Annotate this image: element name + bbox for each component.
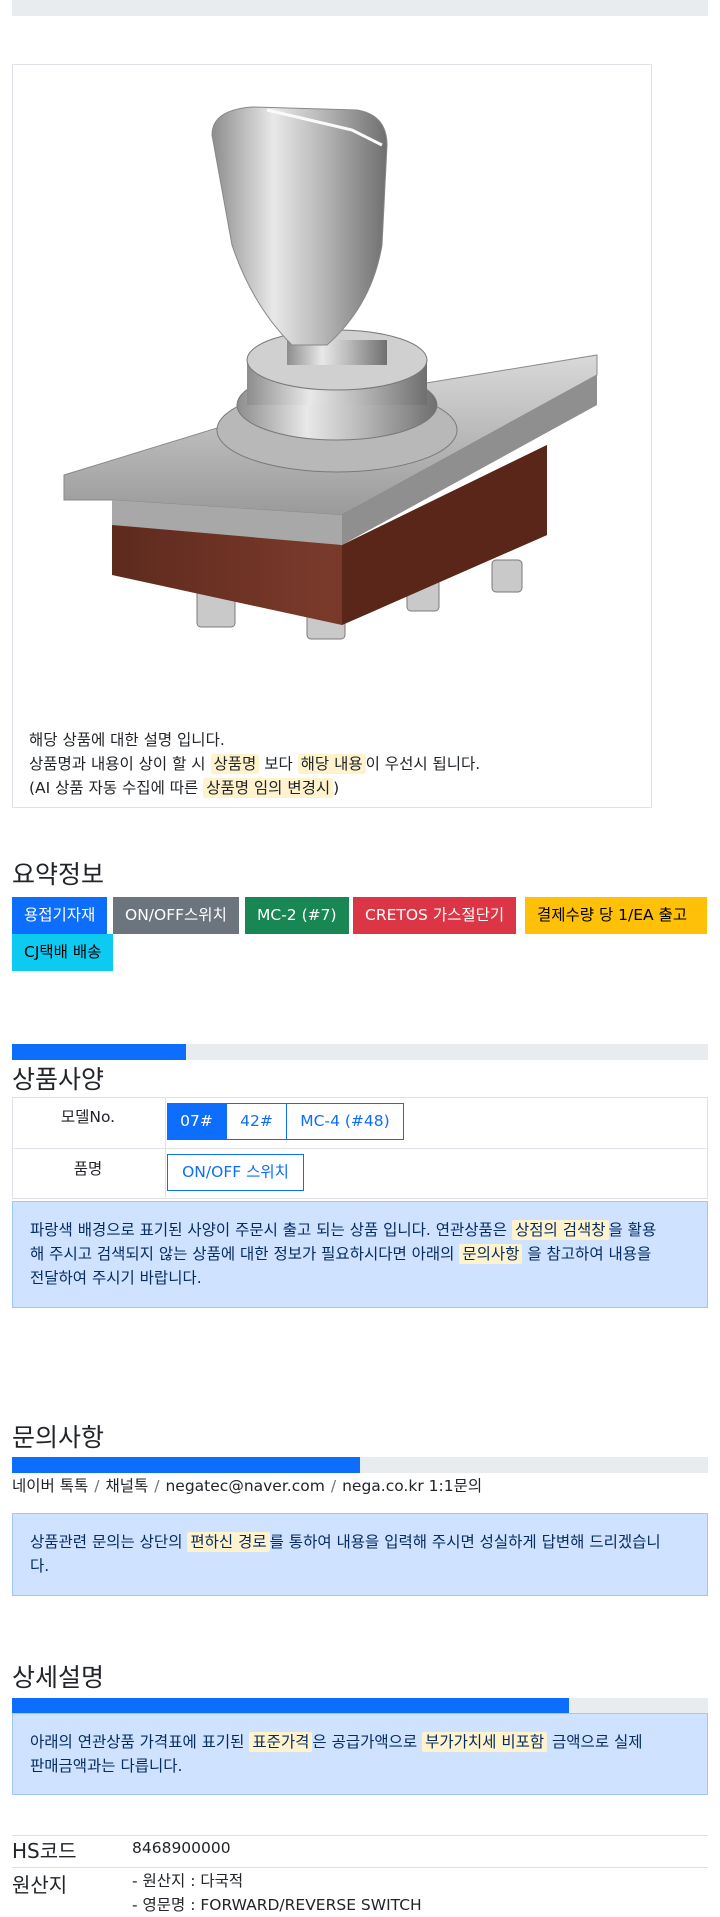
inquiry-links: 네이버 톡톡 / 채널톡 / negatec@naver.com / nega.co.kr … [12, 1474, 482, 1496]
desc-text: (AI 상품 자동 수집에 따른 [29, 779, 204, 797]
hs-code-label: HS코드 [12, 1839, 77, 1863]
product-image [63, 106, 598, 640]
badge-shipping-qty[interactable]: 결제수량 당 1/EA 출고 [525, 897, 707, 934]
desc-text: 이 우선시 됩니다. [365, 755, 481, 773]
image-desc-line2: 상품명과 내용이 상이 할 시 상품명 보다 해당 내용 이 우선시 됩니다. [29, 752, 480, 776]
summary-title: 요약정보 [12, 860, 105, 889]
link-site-inquiry[interactable]: nega.co.kr 1:1문의 [342, 1477, 482, 1495]
info-divider-top [12, 1835, 708, 1836]
info-divider [12, 1867, 708, 1868]
option-mc4[interactable]: MC-4 (#48) [286, 1103, 404, 1140]
badge-model[interactable]: MC-2 (#7) [245, 897, 349, 934]
highlight-inquiry: 문의사항 [459, 1244, 523, 1264]
image-desc-line1: 해당 상품에 대한 설명 입니다. [29, 731, 225, 749]
notice-text: 금액으로 실제 [547, 1733, 643, 1751]
origin-country: - 원산지 : 다국적 [132, 1872, 244, 1890]
notice-text: 을 활용 [608, 1221, 657, 1239]
spec-notice-line2: 해 주시고 검색되지 않는 상품에 대한 정보가 필요하시다면 아래의 문의사항… [30, 1242, 651, 1266]
name-label: 품명 [73, 1160, 103, 1178]
model-label: 모델No. [60, 1108, 116, 1126]
option-42[interactable]: 42# [226, 1103, 287, 1140]
detail-progress-bar [12, 1698, 708, 1714]
detail-notice-line2: 판매금액과는 다릅니다. [30, 1757, 183, 1775]
name-option[interactable]: ON/OFF 스위치 [167, 1154, 304, 1191]
origin-english-name: - 영문명 : FORWARD/REVERSE SWITCH [132, 1896, 422, 1914]
detail-notice-line1: 아래의 연관상품 가격표에 표기된 표준가격 은 공급가액으로 부가가치세 비포함… [30, 1730, 643, 1754]
highlight-name-change: 상품명 임의 변경시 [203, 778, 334, 798]
separator: / [330, 1477, 337, 1495]
highlight-standard-price: 표준가격 [249, 1732, 313, 1752]
badge-switch-type[interactable]: ON/OFF스위치 [113, 897, 239, 934]
image-desc-line3: (AI 상품 자동 수집에 따른 상품명 임의 변경시) [29, 776, 339, 800]
inquiry-progress-fill [12, 1457, 360, 1473]
spec-progress-fill [12, 1044, 186, 1060]
notice-text: 아래의 연관상품 가격표에 표기된 [30, 1733, 250, 1751]
link-channel-talk[interactable]: 채널톡 [105, 1477, 148, 1495]
link-email[interactable]: negatec@naver.com [165, 1477, 324, 1495]
notice-text: 파랑색 배경으로 표기된 사양이 주문시 출고 되는 상품 입니다. 연관상품은 [30, 1221, 512, 1239]
inquiry-notice: 상품관련 문의는 상단의 편하신 경로 를 통하여 내용을 입력해 주시면 성실하… [12, 1513, 708, 1596]
separator: / [154, 1477, 160, 1495]
inquiry-notice-line2: 다. [30, 1557, 50, 1575]
highlight-content: 해당 내용 [297, 754, 366, 774]
link-naver-talk[interactable]: 네이버 톡톡 [12, 1477, 88, 1495]
spec-notice-line3: 전달하여 주시기 바랍니다. [30, 1269, 202, 1287]
notice-text: 를 통하여 내용을 입력해 주시면 성실하게 답변해 드리겠습니 [269, 1533, 661, 1551]
spec-col-divider [165, 1097, 166, 1199]
detail-notice: 아래의 연관상품 가격표에 표기된 표준가격 은 공급가액으로 부가가치세 비포함… [12, 1713, 708, 1795]
notice-text: 을 참고하여 내용을 [522, 1245, 652, 1263]
separator: / [94, 1477, 100, 1495]
hs-code-value: 8468900000 [132, 1839, 231, 1857]
inquiry-title: 문의사항 [12, 1423, 105, 1452]
origin-label: 원산지 [12, 1873, 68, 1897]
highlight-search: 상점의 검색창 [512, 1220, 609, 1240]
spec-progress-bar [12, 1044, 708, 1060]
desc-text: 상품명과 내용이 상이 할 시 [29, 755, 211, 773]
inquiry-notice-line1: 상품관련 문의는 상단의 편하신 경로 를 통하여 내용을 입력해 주시면 성실하… [30, 1530, 661, 1554]
spec-row-divider [12, 1148, 708, 1149]
highlight-vat: 부가가치세 비포함 [422, 1732, 548, 1752]
detail-progress-fill [12, 1698, 569, 1714]
badge-delivery[interactable]: CJ택배 배송 [12, 934, 114, 971]
spec-title: 상품사양 [12, 1065, 105, 1094]
detail-title: 상세설명 [12, 1663, 105, 1692]
top-progress-bar [12, 0, 708, 16]
spec-notice: 파랑색 배경으로 표기된 사양이 주문시 출고 되는 상품 입니다. 연관상품은… [12, 1201, 708, 1308]
spec-notice-line1: 파랑색 배경으로 표기된 사양이 주문시 출고 되는 상품 입니다. 연관상품은… [30, 1218, 656, 1242]
inquiry-progress-bar [12, 1457, 708, 1473]
desc-text: 보다 [259, 755, 298, 773]
notice-text: 해 주시고 검색되지 않는 상품에 대한 정보가 필요하시다면 아래의 [30, 1245, 460, 1263]
option-07[interactable]: 07# [167, 1103, 226, 1140]
badge-brand[interactable]: CRETOS 가스절단기 [353, 897, 517, 934]
notice-text: 상품관련 문의는 상단의 [30, 1533, 188, 1551]
notice-text: 은 공급가액으로 [312, 1733, 423, 1751]
badge-category[interactable]: 용접기자재 [12, 897, 108, 934]
highlight-product-name: 상품명 [210, 754, 260, 774]
desc-text: ) [333, 779, 340, 797]
highlight-route: 편하신 경로 [187, 1532, 270, 1552]
